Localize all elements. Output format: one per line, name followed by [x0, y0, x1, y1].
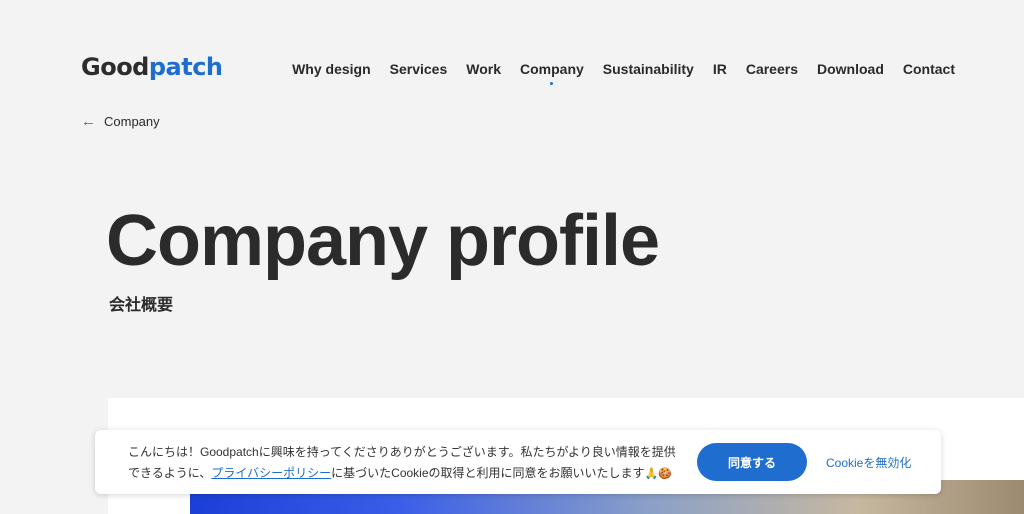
- privacy-policy-link[interactable]: プライバシーポリシー: [211, 466, 331, 480]
- nav-item-sustainability[interactable]: Sustainability: [603, 61, 694, 78]
- nav-item-work[interactable]: Work: [466, 61, 501, 78]
- nav-item-careers[interactable]: Careers: [746, 61, 798, 78]
- nav-item-download[interactable]: Download: [817, 61, 884, 78]
- nav-item-company[interactable]: Company: [520, 61, 584, 85]
- arrow-left-icon: ←: [81, 113, 96, 130]
- cookie-banner: こんにちは！Goodpatchに興味を持ってくださりありがとうございます。私たち…: [95, 430, 941, 494]
- page-subtitle: 会社概要: [109, 297, 174, 314]
- goodpatch-logo[interactable]: Goodpatch: [81, 54, 223, 80]
- nav-item-contact[interactable]: Contact: [903, 61, 955, 78]
- pray-cookie-emoji-icon: 🙏🍪: [644, 468, 672, 480]
- main-nav: Why design Services Work Company Sustain…: [292, 61, 955, 85]
- back-to-company-link[interactable]: ← Company: [81, 114, 160, 129]
- cookie-agree-button[interactable]: 同意する: [697, 443, 807, 481]
- cookie-disable-link[interactable]: Cookieを無効化: [826, 454, 911, 471]
- logo-text-patch: patch: [148, 53, 223, 81]
- breadcrumb-label: Company: [104, 114, 160, 129]
- cookie-message-text-end: に基づいたCookieの取得と利用に同意をお願いいたします: [331, 466, 645, 480]
- active-indicator-dot: [550, 82, 554, 85]
- nav-item-company-label: Company: [520, 61, 584, 77]
- logo-text-good: Good: [81, 53, 149, 81]
- nav-item-why-design[interactable]: Why design: [292, 61, 371, 78]
- cookie-message: こんにちは！Goodpatchに興味を持ってくださりありがとうございます。私たち…: [128, 442, 680, 485]
- page-title: Company profile: [106, 201, 660, 281]
- nav-item-ir[interactable]: IR: [713, 61, 727, 78]
- nav-item-services[interactable]: Services: [390, 61, 448, 78]
